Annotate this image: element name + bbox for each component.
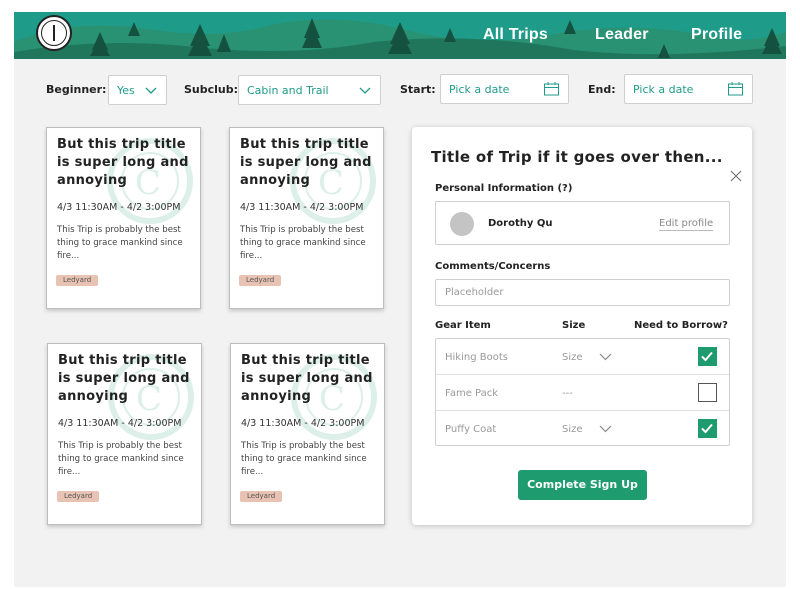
trip-description: This Trip is probably the best thing to … <box>240 225 366 261</box>
gear-size-header: Size <box>562 320 586 331</box>
nav-profile[interactable]: Profile <box>691 26 742 44</box>
user-name: Dorothy Qu <box>488 218 553 229</box>
edit-profile-link[interactable]: Edit profile <box>659 218 714 231</box>
trip-title: But this trip title is super long and an… <box>57 137 189 188</box>
calendar-icon[interactable] <box>728 82 743 96</box>
trip-card[interactable]: C But this trip title is super long and … <box>47 343 202 525</box>
checkmark-icon <box>701 423 713 434</box>
trip-card[interactable]: C But this trip title is super long and … <box>46 127 201 309</box>
trip-title: But this trip title is super long and an… <box>58 353 190 404</box>
borrow-checkbox[interactable] <box>698 347 717 366</box>
header: All Trips Leader Profile <box>14 12 786 59</box>
complete-signup-button[interactable]: Complete Sign Up <box>518 470 647 500</box>
end-label: End: <box>588 83 616 96</box>
trip-time: 4/3 11:30AM - 4/2 3:00PM <box>241 418 365 429</box>
gear-row: Puffy Coat Size <box>436 411 729 447</box>
subclub-select[interactable]: Cabin and Trail <box>238 75 381 105</box>
gear-name: Fame Pack <box>445 388 499 399</box>
trip-tag: Ledyard <box>57 491 100 502</box>
checkmark-icon <box>701 351 713 362</box>
chevron-down-icon[interactable] <box>599 425 612 433</box>
gear-row: Hiking Boots Size <box>436 339 729 375</box>
header-scenery <box>14 18 786 59</box>
trip-tag: Ledyard <box>56 275 99 286</box>
comments-input[interactable]: Placeholder <box>435 279 730 306</box>
comments-label: Comments/Concerns <box>435 261 551 272</box>
beginner-label: Beginner: <box>46 83 107 96</box>
borrow-checkbox[interactable] <box>698 383 717 402</box>
signup-trip-title: Title of Trip if it goes over then... <box>431 148 723 166</box>
chevron-down-icon <box>359 87 371 94</box>
gear-table: Hiking Boots Size Fame Pack --- Puffy Co… <box>435 338 730 446</box>
trip-time: 4/3 11:30AM - 4/2 3:00PM <box>57 202 181 213</box>
personal-info-label: Personal Information (?) <box>435 183 573 194</box>
end-date-placeholder: Pick a date <box>633 82 694 96</box>
subclub-value: Cabin and Trail <box>247 83 329 97</box>
trip-card[interactable]: C But this trip title is super long and … <box>230 343 385 525</box>
gear-borrow-header: Need to Borrow? <box>634 320 728 331</box>
trip-tag: Ledyard <box>239 275 282 286</box>
trip-title: But this trip title is super long and an… <box>240 137 372 188</box>
start-date-input[interactable]: Pick a date <box>440 74 569 104</box>
logo-icon[interactable] <box>36 15 72 51</box>
nav-leader[interactable]: Leader <box>595 26 649 44</box>
gear-size-select[interactable]: Size <box>562 352 583 363</box>
trip-description: This Trip is probably the best thing to … <box>58 441 184 477</box>
gear-size-value: --- <box>562 388 573 399</box>
calendar-icon[interactable] <box>544 82 559 96</box>
signup-panel: Title of Trip if it goes over then... Pe… <box>412 127 752 525</box>
trip-time: 4/3 11:30AM - 4/2 3:00PM <box>58 418 182 429</box>
subclub-label: Subclub: <box>184 83 239 96</box>
gear-size-select[interactable]: Size <box>562 424 583 435</box>
trip-description: This Trip is probably the best thing to … <box>241 441 367 477</box>
trip-time: 4/3 11:30AM - 4/2 3:00PM <box>240 202 364 213</box>
trip-description: This Trip is probably the best thing to … <box>57 225 183 261</box>
gear-row: Fame Pack --- <box>436 375 729 411</box>
gear-name: Puffy Coat <box>445 424 497 435</box>
borrow-checkbox[interactable] <box>698 419 717 438</box>
beginner-value: Yes <box>117 83 135 97</box>
trip-card[interactable]: C But this trip title is super long and … <box>229 127 384 309</box>
gear-name: Hiking Boots <box>445 352 508 363</box>
end-date-input[interactable]: Pick a date <box>624 74 753 104</box>
trip-title: But this trip title is super long and an… <box>241 353 373 404</box>
close-icon[interactable] <box>730 170 742 182</box>
chevron-down-icon[interactable] <box>599 353 612 361</box>
gear-item-header: Gear Item <box>435 320 491 331</box>
nav-all-trips[interactable]: All Trips <box>483 26 548 44</box>
chevron-down-icon <box>145 87 157 94</box>
app: All Trips Leader Profile Beginner: Yes S… <box>14 12 786 587</box>
avatar <box>450 212 474 236</box>
profile-summary: Dorothy Qu Edit profile <box>435 201 730 245</box>
trip-tag: Ledyard <box>240 491 283 502</box>
start-label: Start: <box>400 83 436 96</box>
beginner-select[interactable]: Yes <box>108 75 167 105</box>
start-date-placeholder: Pick a date <box>449 82 510 96</box>
